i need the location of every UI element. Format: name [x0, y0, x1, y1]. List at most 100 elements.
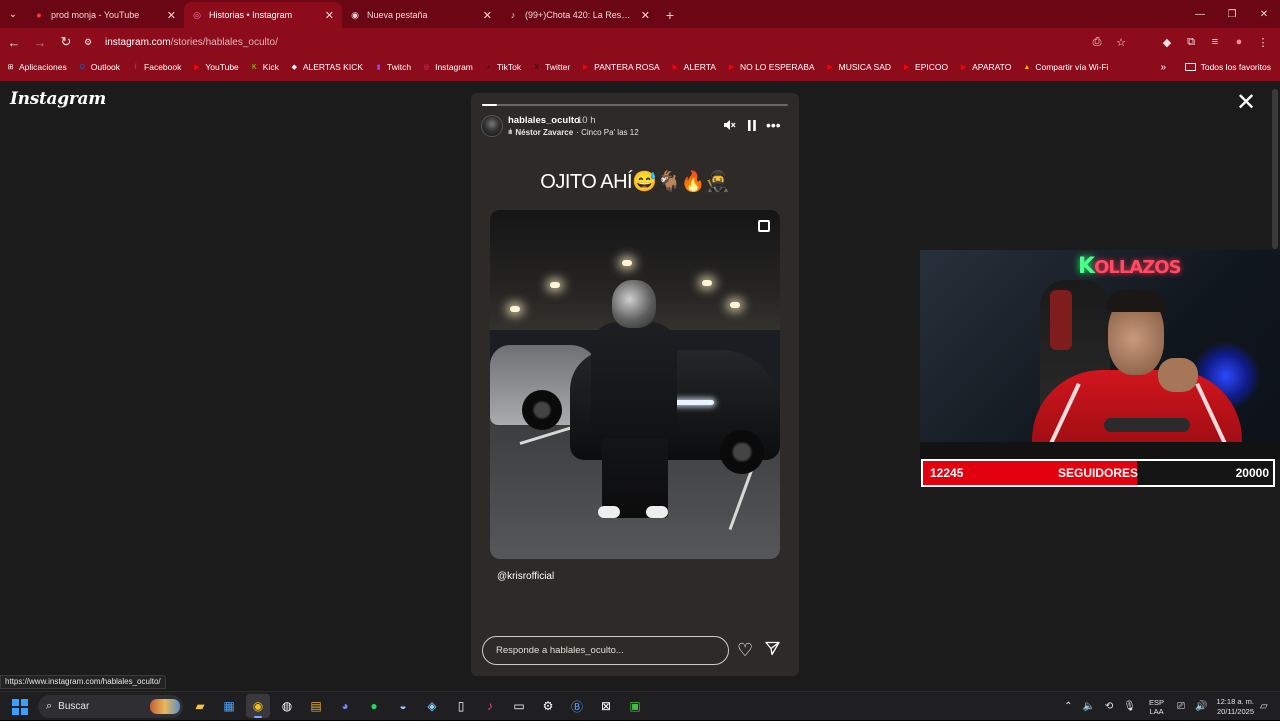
bookmark-item[interactable]: ♪ TikTok: [484, 62, 522, 72]
tiktok-icon: ♪: [510, 10, 516, 20]
more-options-icon[interactable]: •••: [766, 117, 781, 133]
bookmark-item[interactable]: f Facebook: [131, 62, 182, 72]
minimize-icon[interactable]: —: [1184, 0, 1216, 28]
reply-input[interactable]: Responde a hablales_oculto...: [482, 636, 729, 665]
bookmark-item[interactable]: ⊞ Aplicaciones: [6, 62, 67, 72]
scrollbar-thumb[interactable]: [1272, 89, 1278, 249]
profile-avatar-icon[interactable]: ●: [1230, 33, 1248, 51]
send-paper-plane-icon[interactable]: [765, 641, 780, 660]
tab-tiktok[interactable]: ♪ (99+)Chota 420: La Respuesta d ✕: [500, 2, 658, 28]
bookmarks-overflow-icon[interactable]: »: [1160, 56, 1166, 78]
reload-button[interactable]: ↻: [54, 30, 78, 54]
photo-light: [730, 302, 740, 308]
tab-search-icon[interactable]: ⌄: [0, 0, 26, 28]
story-username[interactable]: hablales_oculto: [508, 115, 580, 126]
network-icon[interactable]: ⎚: [1177, 701, 1185, 712]
bookmark-item[interactable]: ◎ Instagram: [422, 62, 473, 72]
tray-app-icon[interactable]: ⟲: [1105, 701, 1113, 712]
site-info-icon[interactable]: ⚙: [84, 37, 96, 48]
clock[interactable]: 12:18 a. m. 20/11/2025: [1216, 697, 1254, 717]
file-explorer-icon[interactable]: ▰: [188, 694, 212, 718]
bookmark-label: Instagram: [435, 62, 473, 72]
bookmark-item[interactable]: ▶ ALERTA: [671, 62, 716, 72]
apps-grid-icon: ⊞: [7, 64, 14, 71]
bookmark-item[interactable]: X Twitter: [532, 62, 570, 72]
bookmark-item[interactable]: ▶ APARATO: [959, 62, 1011, 72]
windows-start-icon[interactable]: [12, 699, 28, 715]
tab-youtube[interactable]: ● prod monja - YouTube ✕: [26, 2, 184, 28]
language-indicator[interactable]: ESP LAA: [1149, 698, 1164, 716]
tab-new-tab[interactable]: ◉ Nueva pestaña ✕: [342, 2, 500, 28]
bookmark-item[interactable]: O Outlook: [78, 62, 121, 72]
bookmark-item[interactable]: ▲ Compartir vía Wi-Fi: [1022, 62, 1108, 72]
bookmark-item[interactable]: ◆ ALERTAS KICK: [290, 62, 363, 72]
volume-icon[interactable]: 🔈: [1082, 701, 1094, 712]
obs-icon[interactable]: ◍: [275, 694, 299, 718]
app-b-icon[interactable]: Ⓑ: [565, 694, 589, 718]
menu-kebab-icon[interactable]: ⋮: [1254, 33, 1272, 51]
bookmark-item[interactable]: ▶ EPICOO: [902, 62, 948, 72]
photo-person-body: [591, 322, 677, 442]
story-music[interactable]: ıılı Néstor Zavarce · Cinco Pa' las 12: [508, 128, 639, 137]
story-progress-fill: [482, 104, 498, 106]
app-stack-icon[interactable]: ▤: [304, 694, 328, 718]
pause-icon[interactable]: [747, 117, 757, 133]
avatar[interactable]: [481, 115, 503, 137]
tab-close-icon[interactable]: ✕: [641, 9, 650, 22]
spotify-icon[interactable]: ●: [362, 694, 386, 718]
tray-chevron-icon[interactable]: ⌃: [1064, 701, 1072, 712]
extension-diamond-icon[interactable]: ◆: [1158, 33, 1176, 51]
bookmark-item[interactable]: ▶ YouTube: [192, 62, 239, 72]
bookmark-item[interactable]: ▮ Twitch: [374, 62, 412, 72]
extensions-puzzle-icon[interactable]: ⧉: [1182, 33, 1200, 51]
microsoft-store-icon[interactable]: ▦: [217, 694, 241, 718]
bookmark-item[interactable]: ▶ PANTERA ROSA: [581, 62, 660, 72]
bookmark-item[interactable]: ▶ MUSICA SAD: [826, 62, 891, 72]
clock-date: 20/11/2025: [1217, 706, 1254, 716]
like-heart-icon[interactable]: ♡: [737, 641, 753, 659]
muted-speaker-icon[interactable]: [723, 117, 736, 133]
speaker-icon[interactable]: 🔊: [1195, 701, 1207, 712]
back-button[interactable]: ←: [2, 30, 26, 54]
notifications-icon[interactable]: ▱: [1260, 701, 1274, 712]
minecraft-icon[interactable]: ▣: [623, 694, 647, 718]
restore-icon[interactable]: ❐: [1216, 0, 1248, 28]
all-bookmarks-button[interactable]: Todos los favoritos: [1184, 56, 1271, 78]
bookmark-star-icon[interactable]: ☆: [1112, 33, 1130, 51]
document-icon[interactable]: ▯: [449, 694, 473, 718]
app-diamond-icon[interactable]: ◈: [420, 694, 444, 718]
discord-icon[interactable]: ◕: [333, 694, 357, 718]
tab-instagram[interactable]: ◎ Historias • Instagram ✕: [184, 2, 342, 28]
notepad-icon[interactable]: ▭: [507, 694, 531, 718]
story-card[interactable]: hablales_oculto 10 h ıılı Néstor Zavarce…: [471, 93, 799, 676]
media-control-icon[interactable]: ≡: [1206, 33, 1224, 51]
status-bar-url: https://www.instagram.com/hablales_ocult…: [0, 675, 166, 689]
steam-icon[interactable]: ◒: [391, 694, 415, 718]
install-app-icon[interactable]: ⎙: [1088, 33, 1106, 51]
close-story-icon[interactable]: ✕: [1232, 89, 1260, 117]
new-tab-button[interactable]: +: [658, 2, 682, 28]
bookmark-label: TikTok: [496, 62, 522, 72]
bookmark-item[interactable]: K Kick: [250, 62, 279, 72]
tab-close-icon[interactable]: ✕: [483, 9, 492, 22]
webcam-overlay: KOLLAZOS: [920, 250, 1280, 459]
microphone-icon[interactable]: 🎙: [1123, 701, 1136, 712]
chrome-icon[interactable]: ◉: [246, 694, 270, 718]
tiktok-icon[interactable]: ♪: [478, 694, 502, 718]
tab-close-icon[interactable]: ✕: [167, 9, 176, 22]
story-photo[interactable]: [490, 210, 780, 559]
bookmark-label: Compartir vía Wi-Fi: [1035, 62, 1109, 72]
address-bar[interactable]: ⚙ instagram.com/stories/hablales_oculto/: [78, 31, 1140, 53]
capcut-icon[interactable]: ⊠: [594, 694, 618, 718]
taskbar-search[interactable]: ⌕ Buscar: [38, 695, 183, 718]
close-window-icon[interactable]: ✕: [1248, 0, 1280, 28]
bookmark-item[interactable]: ▶ NO LO ESPERABA: [727, 62, 815, 72]
story-mention[interactable]: @krisrofficial: [497, 571, 554, 582]
story-progress-bar: [482, 104, 788, 106]
instagram-logo[interactable]: Instagram: [10, 89, 106, 109]
settings-gear-icon[interactable]: ⚙: [536, 694, 560, 718]
all-bookmarks-label: Todos los favoritos: [1200, 62, 1271, 72]
tab-close-icon[interactable]: ✕: [325, 9, 334, 22]
bookmark-label: MUSICA SAD: [838, 62, 892, 72]
forward-button[interactable]: →: [28, 30, 52, 54]
